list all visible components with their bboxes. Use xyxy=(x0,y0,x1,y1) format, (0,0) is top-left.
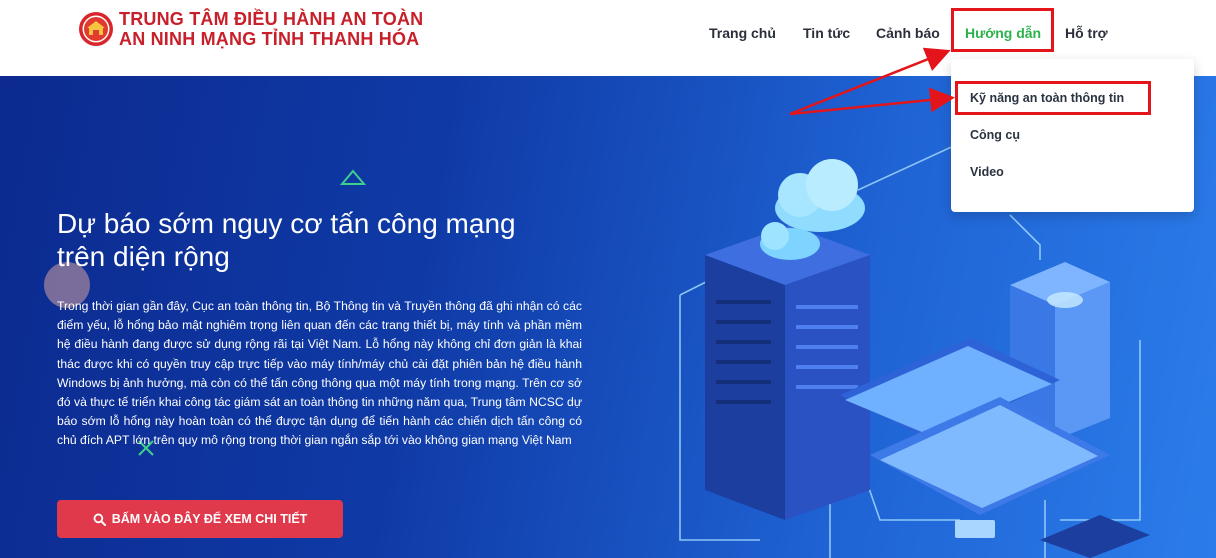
cloud-icon xyxy=(760,159,865,260)
page: TRUNG TÂM ĐIỀU HÀNH AN TOÀN AN NINH MẠNG… xyxy=(0,0,1216,558)
nav-annotation-box xyxy=(951,8,1054,52)
server-rack-icon xyxy=(705,225,870,520)
menu-annotation-box xyxy=(955,81,1151,115)
menu-item-cong-cu[interactable]: Công cụ xyxy=(970,128,1020,142)
menu-item-video[interactable]: Video xyxy=(970,165,1004,179)
